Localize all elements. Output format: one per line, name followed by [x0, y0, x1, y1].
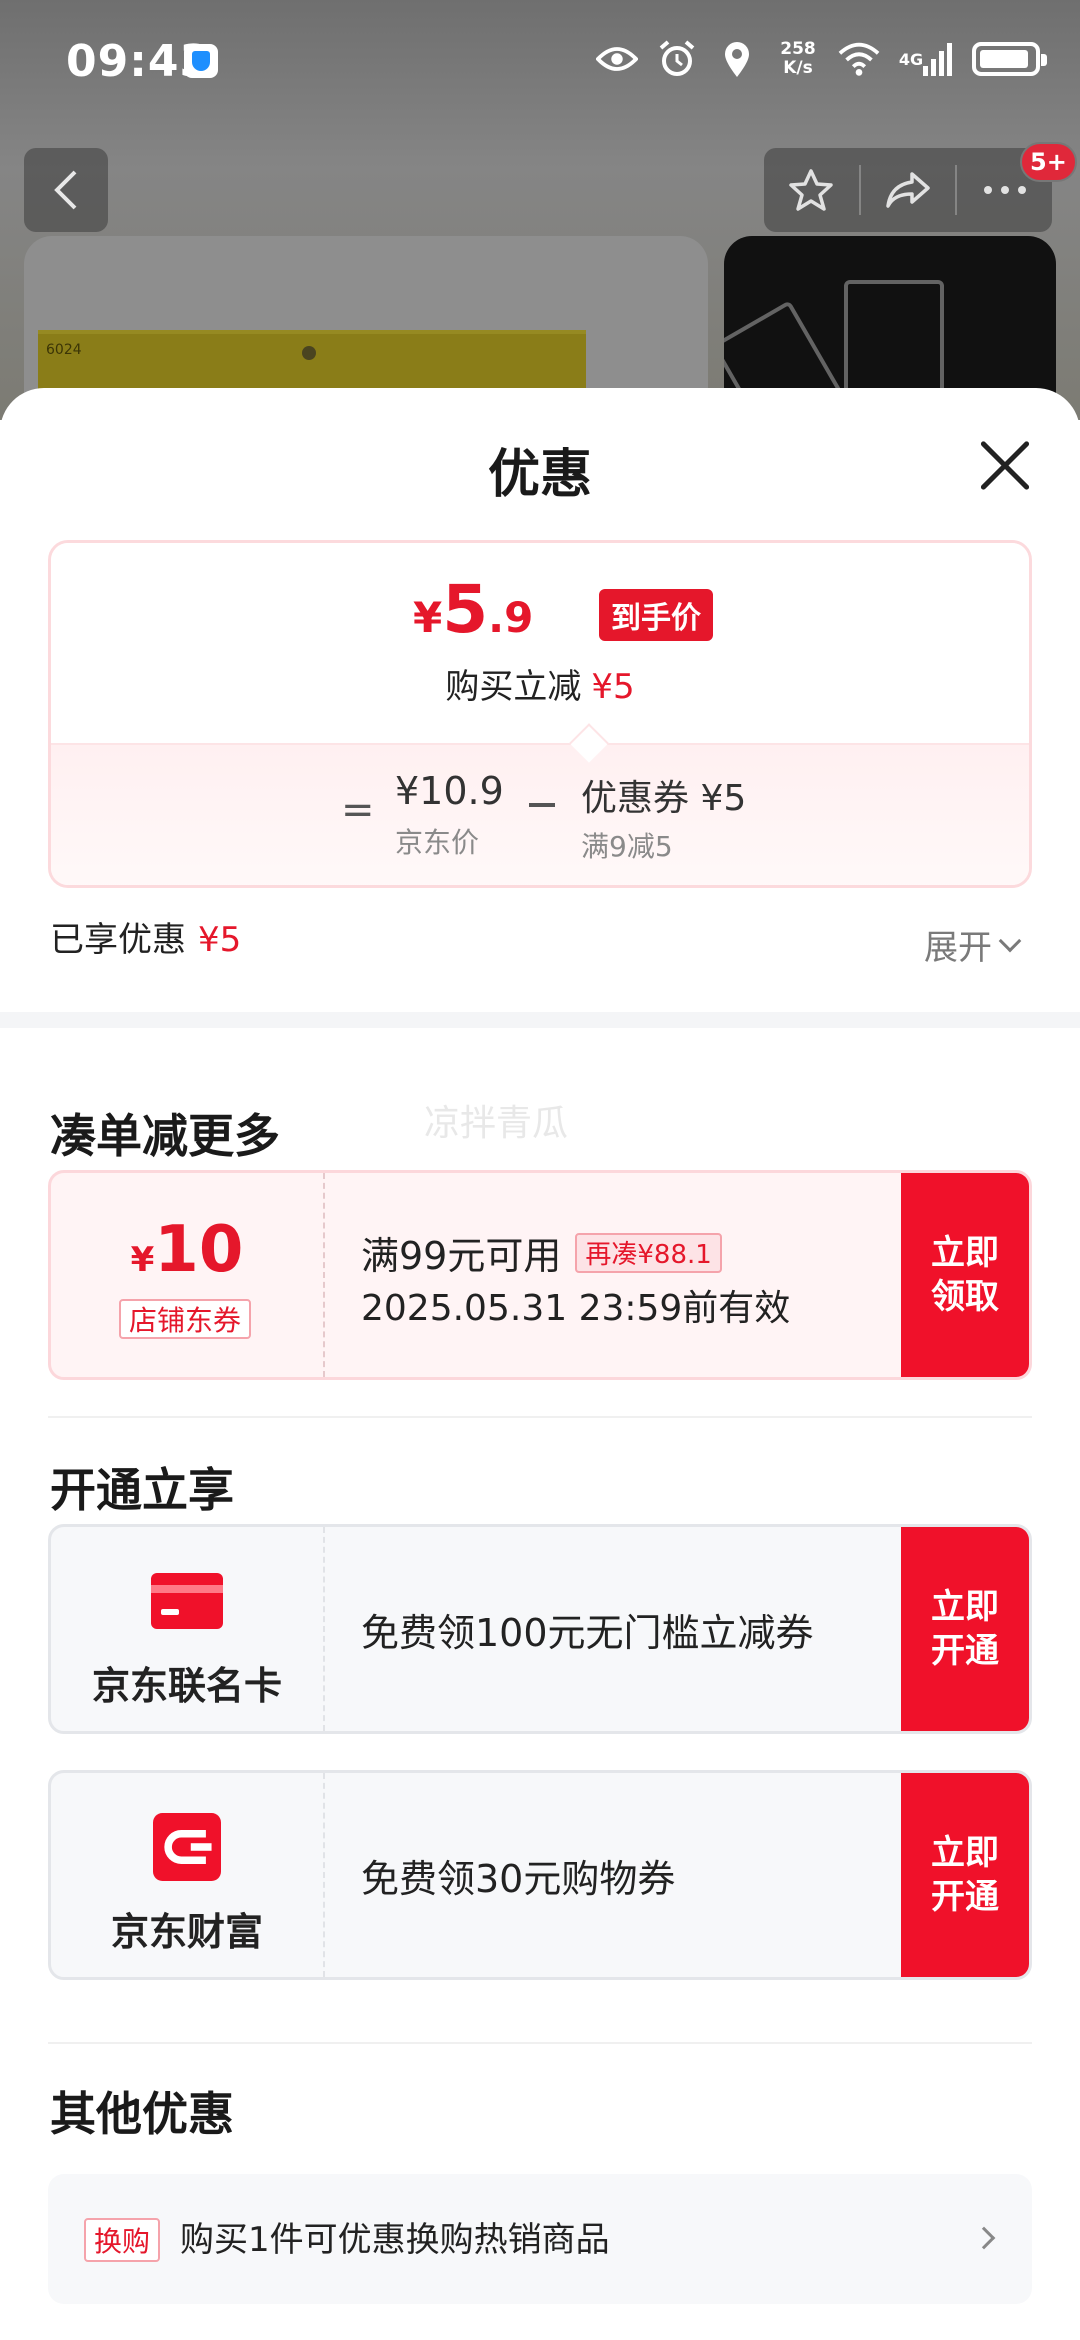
card-split-line [323, 1173, 325, 1377]
final-price: ¥5.9 [413, 571, 533, 648]
battery-icon [972, 42, 1047, 76]
expand-label: 展开 [924, 928, 992, 968]
jd-price-label: 京东价 [395, 826, 480, 859]
price-breakdown: = ¥10.9 京东价 优惠券 ¥5 满9减5 [51, 743, 1029, 885]
promo-card-jd-finance: 京东财富 免费领30元购物券 立即 开通 [48, 1770, 1032, 1980]
coupon-validity: 2025.05.31 23:59前有效 [361, 1288, 791, 1329]
net-speed: 258 K/s [776, 40, 820, 78]
price-top: ¥5.9 到手价 购买立减 ¥5 [51, 543, 1029, 743]
store-coupon-tag: 店铺东券 [119, 1299, 252, 1339]
enjoyed-value: ¥5 [198, 920, 242, 960]
signal-icon: 4G [898, 38, 954, 80]
claim-coupon-button[interactable]: 立即 领取 [901, 1173, 1029, 1377]
alarm-icon [656, 38, 698, 80]
coupon-amount: ¥10 [51, 1213, 323, 1287]
promo-name: 京东财富 [110, 1910, 263, 1954]
net-speed-unit: K/s [783, 58, 813, 78]
status-bar: 09:43 258 K/s 4G [0, 0, 1080, 120]
section-divider [0, 1012, 1080, 1028]
divider [48, 1416, 1032, 1418]
expand-button[interactable]: 展开 [924, 920, 1022, 969]
net-speed-value: 258 [780, 39, 816, 59]
watermark: 凉拌青瓜 [424, 1103, 569, 1144]
more-dots-icon [983, 186, 1026, 194]
store-coupon-card: ¥10 店铺东券 满99元可用 再凑¥88.1 2025.05.31 23:59… [48, 1170, 1032, 1380]
top-actions-bar [764, 148, 1052, 232]
message-badge: 5+ [1020, 142, 1077, 182]
instant-reduce-line: 购买立减 ¥5 [51, 659, 1029, 708]
section-title-open: 开通立享 [50, 1463, 234, 1517]
coupon-discount: 优惠券 ¥5 [581, 778, 747, 819]
minus-sign [529, 803, 555, 807]
ruler-label: 6024 [46, 342, 82, 358]
promo-text: 免费领30元购物券 [361, 1856, 676, 1901]
close-icon[interactable] [976, 436, 1034, 494]
coupon-condition-text: 满99元可用 [361, 1234, 562, 1278]
credit-card-icon [151, 1573, 223, 1629]
coupon-yen: ¥ [130, 1240, 155, 1280]
price-summary-card: ¥5.9 到手价 购买立减 ¥5 = ¥10.9 京东价 优惠券 ¥5 满9减5 [48, 540, 1032, 888]
final-price-tag: 到手价 [599, 589, 713, 641]
coupon-condition-line: 满99元可用 再凑¥88.1 [361, 1225, 722, 1280]
promo-name: 京东联名卡 [91, 1664, 282, 1708]
chevron-down-icon [998, 929, 1022, 952]
divider [48, 2042, 1032, 2044]
coupon-amount-value: 10 [154, 1213, 244, 1287]
enjoyed-discount: 已享优惠 ¥5 [50, 912, 241, 961]
favorite-button[interactable] [764, 148, 859, 232]
equals-sign: = [341, 787, 375, 833]
trade-in-text: 购买1件可优惠换购热销商品 [180, 2220, 610, 2260]
section-title-more: 凑单减更多 [50, 1109, 280, 1163]
share-icon [886, 172, 930, 208]
promo-text: 免费领100元无门槛立减券 [361, 1610, 814, 1655]
vpn-shield-icon [184, 44, 218, 78]
coupon-condition: 满9减5 [581, 830, 673, 863]
location-icon [716, 38, 758, 80]
add-on-tag: 再凑¥88.1 [575, 1232, 722, 1273]
open-jd-finance-button[interactable]: 立即 开通 [901, 1773, 1029, 1977]
open-jd-card-button[interactable]: 立即 开通 [901, 1527, 1029, 1731]
sheet-title: 优惠 [487, 445, 592, 505]
back-button[interactable] [24, 148, 108, 232]
star-icon [789, 169, 834, 211]
promo-card-jd-card: 京东联名卡 免费领100元无门槛立减券 立即 开通 [48, 1524, 1032, 1734]
wifi-icon [838, 38, 880, 80]
chevron-right-icon [972, 2226, 996, 2250]
jd-finance-icon [153, 1813, 221, 1881]
card-split-line [323, 1773, 325, 1977]
ruler-hole [302, 346, 316, 360]
final-price-yen: ¥ [413, 593, 443, 642]
enjoyed-label: 已享优惠 [50, 920, 186, 960]
discount-sheet: 优惠 ¥5.9 到手价 购买立减 ¥5 = ¥10.9 京东价 优惠券 ¥5 满9… [0, 388, 1080, 2340]
jd-price: ¥10.9 [395, 769, 504, 813]
section-title-other: 其他优惠 [50, 2087, 234, 2141]
eye-icon [596, 38, 638, 80]
card-split-line [323, 1527, 325, 1731]
network-type: 4G [898, 49, 924, 69]
trade-in-tag: 换购 [84, 2218, 161, 2262]
instant-reduce-label: 购买立减 [445, 667, 582, 707]
trade-in-row[interactable]: 换购 购买1件可优惠换购热销商品 [48, 2174, 1032, 2304]
chevron-left-icon [54, 170, 77, 210]
share-button[interactable] [861, 148, 956, 232]
instant-reduce-value: ¥5 [591, 667, 635, 707]
final-price-dec: .9 [488, 593, 534, 642]
final-price-int: 5 [442, 571, 489, 648]
